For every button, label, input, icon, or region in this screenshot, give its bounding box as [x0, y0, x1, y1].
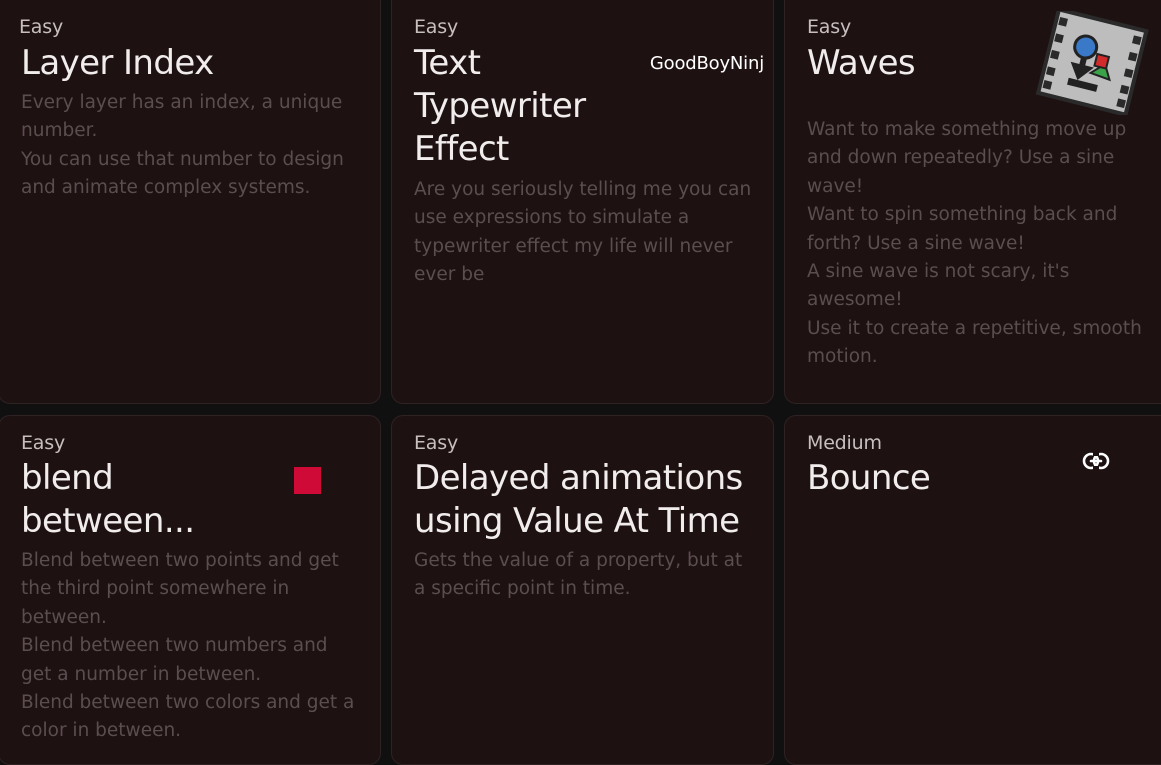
card-delayed-animations[interactable]: Easy Delayed animations using Value At T…: [391, 415, 774, 765]
card-blend-between[interactable]: Easy blend between... Blend between two …: [0, 415, 381, 765]
card-description: Blend between two points and get the thi…: [21, 550, 355, 742]
difficulty-label: Easy: [414, 16, 458, 38]
card-description: Every layer has an index, a unique numbe…: [21, 92, 344, 199]
after-effects-logo-icon: [1035, 11, 1149, 115]
card-waves[interactable]: Easy Waves Want to make something move u…: [784, 0, 1161, 404]
card-description: Are you seriously telling me you can use…: [414, 179, 752, 286]
author-name: GoodBoyNinj: [649, 53, 764, 74]
difficulty-label: Easy: [19, 16, 63, 38]
difficulty-label: Medium: [807, 432, 882, 454]
card-title: Layer Index: [21, 43, 214, 83]
difficulty-label: Easy: [414, 432, 458, 454]
card-title: blend between...: [21, 458, 195, 541]
link-icon[interactable]: [1082, 451, 1110, 471]
card-title: Delayed animations using Value At Time: [414, 458, 743, 541]
difficulty-label: Easy: [21, 432, 65, 454]
card-title: Waves: [807, 43, 916, 83]
card-title: Bounce: [807, 458, 931, 498]
card-description: Gets the value of a property, but at a s…: [414, 550, 743, 600]
card-description: Want to make something move up and down …: [807, 119, 1142, 368]
color-swatch: [294, 467, 321, 494]
card-bounce[interactable]: Medium Bounce: [784, 415, 1161, 765]
card-layer-index[interactable]: Easy Layer Index Every layer has an inde…: [0, 0, 381, 404]
card-title: Text Typewriter Effect: [414, 43, 586, 169]
difficulty-label: Easy: [807, 16, 851, 38]
card-text-typewriter[interactable]: Easy Text Typewriter Effect GoodBoyNinj …: [391, 0, 774, 404]
